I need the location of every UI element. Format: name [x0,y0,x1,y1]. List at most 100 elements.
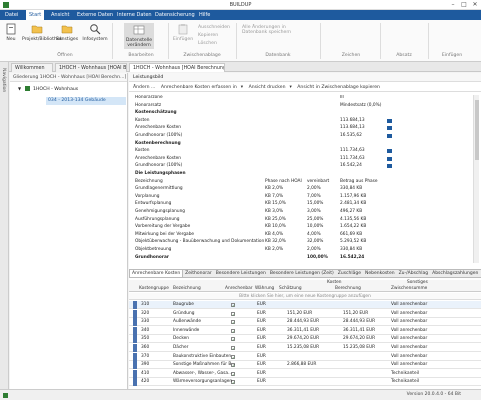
table-row[interactable]: ✓ 350 Decken EUR 29.674,20 EUR 29.674,20 EUR V… [129,335,481,344]
detail-tab[interactable]: Besondere Leistungen [214,270,268,277]
menu-ansicht[interactable]: Ansicht [48,10,72,20]
minimize-button[interactable]: – [448,1,458,9]
aendern-button[interactable]: Ändern ... [133,85,155,90]
add-row-hint[interactable]: Bitte klicken Sie hier, um eine neue Kos… [129,293,481,300]
anrechenbar-checkbox[interactable]: ✓ [231,354,235,360]
cell-z: Voll anrechenbar [391,327,428,333]
menu-datensicherung[interactable]: Datensicherung [152,10,198,20]
ribbon: Neu Projekt/Bibliothek Sonstiges Infosys… [0,20,481,62]
table-row[interactable]: ✓ 340 Innenwände EUR 36.311,41 EUR 36.311,41 … [129,326,481,335]
info-icon[interactable] [387,118,392,123]
menu-hilfe[interactable]: Hilfe [196,10,213,20]
cell-s: 151,20 EUR [287,310,313,316]
anrechenbar-checkbox[interactable]: ✓ [231,320,235,325]
tree-child[interactable]: 034 - 2013-134 Gebäude [46,97,126,105]
info-icon[interactable] [387,126,392,131]
col-berechnung[interactable]: Berechnung [335,286,361,291]
loeschen-button[interactable]: Löschen [198,41,217,46]
scrollbar-thumb[interactable] [475,100,479,160]
ansicht-drucken-button[interactable]: Ansicht drucken [249,85,286,90]
report-cell-d: 661,69 KB [340,231,363,237]
info-icon[interactable] [387,164,392,169]
row-marker [133,318,137,327]
document-tabs: Willkommen 1HOCH - Wohnhaus [HOAI Berech… [9,62,481,72]
tab-willkommen[interactable]: Willkommen [11,63,53,72]
kopieren-button[interactable]: Kopieren [198,33,218,38]
col-anrechenbar[interactable]: Anrechenbar [225,286,253,291]
tab-hoai-1[interactable]: 1HOCH - Wohnhaus [HOAI Berechnung] [55,63,127,72]
anrechenbar-checkbox[interactable]: ✓ [231,303,235,308]
anrechenbar-checkbox[interactable]: ✓ [231,328,235,334]
menu-datei[interactable]: Datei [2,10,21,20]
table-row[interactable]: ✓ 390 Sonstige Maßnahmen für B... EUR 2.866,… [129,361,481,370]
detail-tab[interactable]: Nebenkosten [363,270,397,277]
report-cell-d: 2.481,34 KB [340,201,367,207]
tab-hoai-2[interactable]: 1HOCH - Wohnhaus [HOAI Berechnung] [129,63,225,72]
report-cell-c: 15,00% [307,201,324,207]
collapse-icon[interactable]: ▼ [18,86,21,91]
detail-tab[interactable]: Zeithonorar [183,270,214,277]
anrechenbar-checkbox[interactable]: ✓ [231,311,235,317]
report-cell-a: Grundhonorar (100%) [135,133,183,138]
zwischenablage-button[interactable]: Ansicht in Zwischenablage kopieren [297,85,380,90]
menu-externe-daten[interactable]: Externe Daten [74,10,116,20]
info-icon[interactable] [387,156,392,161]
anrechenbar-checkbox[interactable]: ✓ [231,337,235,342]
kosten-erfassen-button[interactable]: Anrechenbare Kosten erfassen in [161,85,237,90]
table-row[interactable]: ✓ 330 Außenwände EUR 28.444,93 EUR 28.444,93 … [129,318,481,327]
anrechenbar-checkbox[interactable]: ✓ [231,346,235,351]
alle-aenderungen-button[interactable]: Alle Änderungen in Datenbank speichern [242,25,312,35]
table-row[interactable]: ✓ 410 Abwasser-, Wasser-, Gasa... EUR Techni… [129,369,481,378]
einfuegen-button[interactable]: Einfügen [172,23,194,42]
col-zwischensumme[interactable]: Zwischensumme [391,286,427,291]
col-waehrung[interactable]: Währung [255,286,274,291]
neu-button[interactable]: Neu [3,23,19,42]
close-button[interactable]: ✕ [470,1,480,9]
infosystem-button[interactable]: Infosystem [82,23,108,42]
projekt-bibliothek-button[interactable]: Projekt/Bibliothek [22,23,62,42]
col-bezeichnung[interactable]: Bezeichnung [173,286,201,291]
table-row[interactable]: ✓ 370 Baukonstruktive Einbauten EUR Voll anr… [129,352,481,361]
table-row[interactable]: ✓ 310 Baugrube EUR Voll anrechenbar [129,301,481,309]
report-row: Vorplanung KB 7,0% 7,00% 1.157,96 KB [135,194,467,200]
table-row[interactable]: ✓ 360 Dächer EUR 15.235,08 EUR 15.235,08 EUR V… [129,344,481,352]
table-row[interactable]: ✓ 320 Gründung EUR 151,20 EUR 151,20 EUR Voll … [129,309,481,318]
report-row: Bezeichnung Phase nach HOAI vereinbart Betr… [135,179,467,185]
report-cell-c: 7,00% [307,193,321,199]
info-icon[interactable] [387,149,392,154]
detail-tab[interactable]: Zuschläge [336,270,363,277]
sonstiges-button[interactable]: Sonstiges [54,23,80,42]
detail-tab[interactable]: Besondere Leistungen (Zeit) [268,270,336,277]
detail-tab[interactable]: Anrechenbare Kosten [129,270,184,277]
report-cell-d: 330,84 KB [340,186,363,192]
group-bearbeiten-label: Bearbeiten [128,53,154,58]
report-scrollbar[interactable] [473,95,479,263]
report-cell-d: 1.157,96 KB [340,193,367,199]
report-cell-d: 496,27 KB [340,209,363,214]
report-cell-a: Genehmigungsplanung [135,209,186,214]
cell-bez: Baugrube [173,302,194,307]
maximize-button[interactable]: □ [459,1,469,9]
report-row: Entwurfsplanung KB 15,0% 15,00% 2.481,34 KB [135,201,467,207]
menu-start[interactable]: Start [26,10,45,20]
row-marker [133,301,137,309]
report-cell-a: Objektbetreuung [135,247,172,252]
detail-tab[interactable]: Abschlagszahlungen [430,270,480,277]
version-text: Version 20.0.4.0 - 64 Bit [406,392,461,397]
cell-bez: Abwasser-, Wasser-, Gasa... [173,370,233,376]
report-row: Grundhonorar 100,00% 16.542,24 [135,255,467,261]
ausschneiden-button[interactable]: Ausschneiden [198,25,230,30]
col-schaetzung[interactable]: Schätzung [279,286,302,291]
navigation-strip[interactable]: Navigation [0,62,9,389]
tree-root[interactable]: ▼ 1HOCH - Wohnhaus [18,86,78,92]
detail-tab[interactable]: Zu-/Abschlag [397,270,431,277]
datenstelle-label: Datenstelle verändern [125,38,153,48]
col-kostengruppe[interactable]: Kostengruppe [139,286,169,291]
datenstelle-button[interactable]: Datenstelle verändern [124,23,154,49]
info-icon[interactable] [387,134,392,138]
report-cell-d: 113.684,13 [340,117,365,123]
menu-interne-daten[interactable]: Interne Daten [114,10,155,20]
report-cell-d: 4.135,56 KB [340,216,367,222]
outline-header: Gliederung 1HOCH - Wohnhaus [HOAI Berech… [10,73,127,82]
table-row[interactable]: ✓ 420 Wärmeversorgungsanlagen EUR Technikant… [129,378,481,387]
